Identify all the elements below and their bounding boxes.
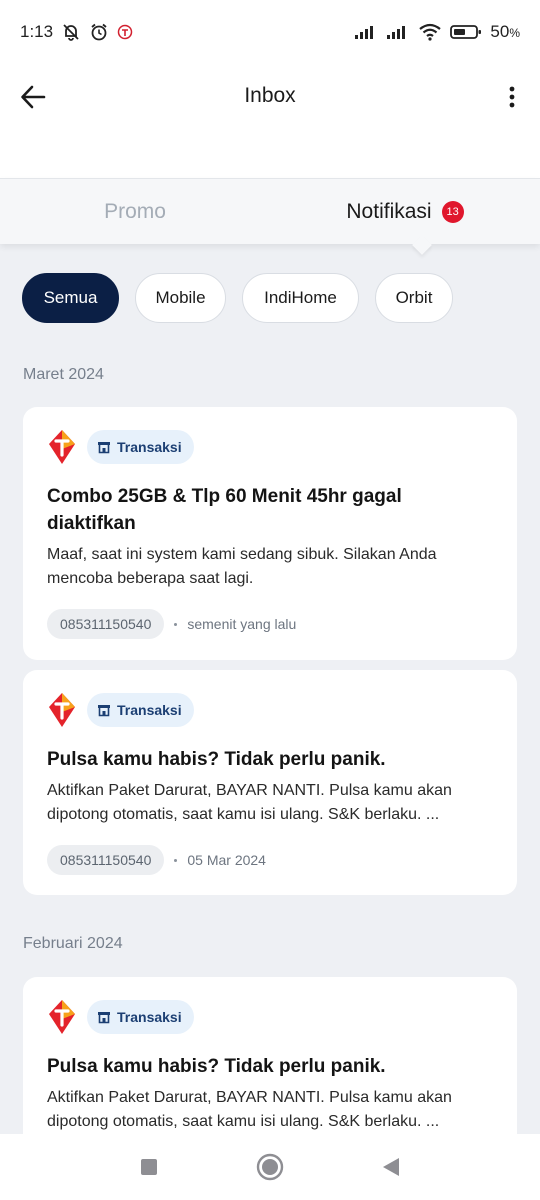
telkomsel-logo-icon xyxy=(49,1000,75,1034)
muted-bell-icon xyxy=(63,24,79,41)
home-circle-icon[interactable] xyxy=(256,1153,284,1181)
inbox-tabs: Promo Notifikasi 13 xyxy=(0,178,540,255)
telkomsel-notification-icon xyxy=(117,24,133,40)
store-icon xyxy=(98,705,110,717)
telkomsel-logo-icon xyxy=(49,693,75,727)
phone-number-chip: 085311150540 xyxy=(47,609,165,639)
more-options-button[interactable] xyxy=(502,82,522,112)
category-tag: Transaksi xyxy=(87,430,194,464)
phone-number-chip: 085311150540 xyxy=(47,845,165,875)
signal-icon xyxy=(355,26,374,39)
section-label-maret: Maret 2024 xyxy=(23,366,104,383)
status-left: 1:13 xyxy=(20,22,133,42)
card-description: Aktifkan Paket Darurat, BAYAR NANTI. Pul… xyxy=(47,1089,452,1130)
store-icon xyxy=(98,442,110,454)
card-timestamp: semenit yang lalu xyxy=(187,616,297,632)
card-title: Pulsa kamu habis? Tidak perlu panik. xyxy=(47,749,386,770)
card-description: Aktifkan Paket Darurat, BAYAR NANTI. Pul… xyxy=(47,782,452,823)
store-icon xyxy=(98,1012,110,1024)
card-title: Combo 25GB & Tlp 60 Menit 45hr gagal dia… xyxy=(47,486,402,534)
system-navigation-bar xyxy=(0,1134,540,1200)
filter-indihome[interactable]: IndiHome xyxy=(242,273,359,323)
tab-promo-label: Promo xyxy=(104,199,166,223)
filter-chips: Semua Mobile IndiHome Orbit xyxy=(22,273,453,323)
recents-square-icon[interactable] xyxy=(139,1157,159,1177)
alarm-icon xyxy=(91,23,107,41)
filter-orbit[interactable]: Orbit xyxy=(375,273,453,323)
category-tag: Transaksi xyxy=(87,693,194,727)
app-bar: Inbox xyxy=(0,64,540,178)
category-tag: Transaksi xyxy=(87,1000,194,1034)
category-label: Transaksi xyxy=(117,439,182,455)
active-tab-indicator xyxy=(412,235,432,255)
card-meta: 085311150540 semenit yang lalu xyxy=(47,609,493,639)
battery-level: 50 xyxy=(490,22,510,41)
card-header: Transaksi xyxy=(47,999,493,1035)
status-bar: 1:13 50% xyxy=(0,0,540,64)
separator-dot xyxy=(174,622,178,626)
status-right: 50% xyxy=(354,22,520,42)
page-title: Inbox xyxy=(244,84,296,107)
filter-semua[interactable]: Semua xyxy=(22,273,119,323)
card-header: Transaksi xyxy=(47,692,493,728)
telkomsel-logo-icon xyxy=(49,430,75,464)
card-title: Pulsa kamu habis? Tidak perlu panik. xyxy=(47,1056,386,1077)
notification-count-badge: 13 xyxy=(441,200,464,223)
tab-promo[interactable]: Promo xyxy=(0,179,270,244)
category-label: Transaksi xyxy=(117,702,182,718)
card-description: Maaf, saat ini system kami sedang sibuk.… xyxy=(47,546,437,587)
category-label: Transaksi xyxy=(117,1009,182,1025)
notification-card[interactable]: Transaksi Pulsa kamu habis? Tidak perlu … xyxy=(23,670,517,895)
card-header: Transaksi xyxy=(47,429,493,465)
notification-card[interactable]: Transaksi Combo 25GB & Tlp 60 Menit 45hr… xyxy=(23,407,517,660)
card-meta: 085311150540 05 Mar 2024 xyxy=(47,845,493,875)
separator-dot xyxy=(174,858,178,862)
battery-unit: % xyxy=(509,26,520,40)
card-timestamp: 05 Mar 2024 xyxy=(187,852,266,868)
tab-notifikasi[interactable]: Notifikasi 13 xyxy=(270,179,540,255)
filter-mobile[interactable]: Mobile xyxy=(135,273,226,323)
wifi-icon xyxy=(419,23,442,41)
tab-notifikasi-label: Notifikasi xyxy=(346,199,432,223)
notification-card[interactable]: Transaksi Pulsa kamu habis? Tidak perlu … xyxy=(23,977,517,1134)
section-label-februari: Februari 2024 xyxy=(23,935,123,952)
clock: 1:13 xyxy=(20,22,54,41)
signal-icon-2 xyxy=(387,26,406,39)
battery-icon xyxy=(450,25,482,39)
more-vertical-icon xyxy=(509,86,515,108)
back-triangle-icon[interactable] xyxy=(381,1156,401,1178)
